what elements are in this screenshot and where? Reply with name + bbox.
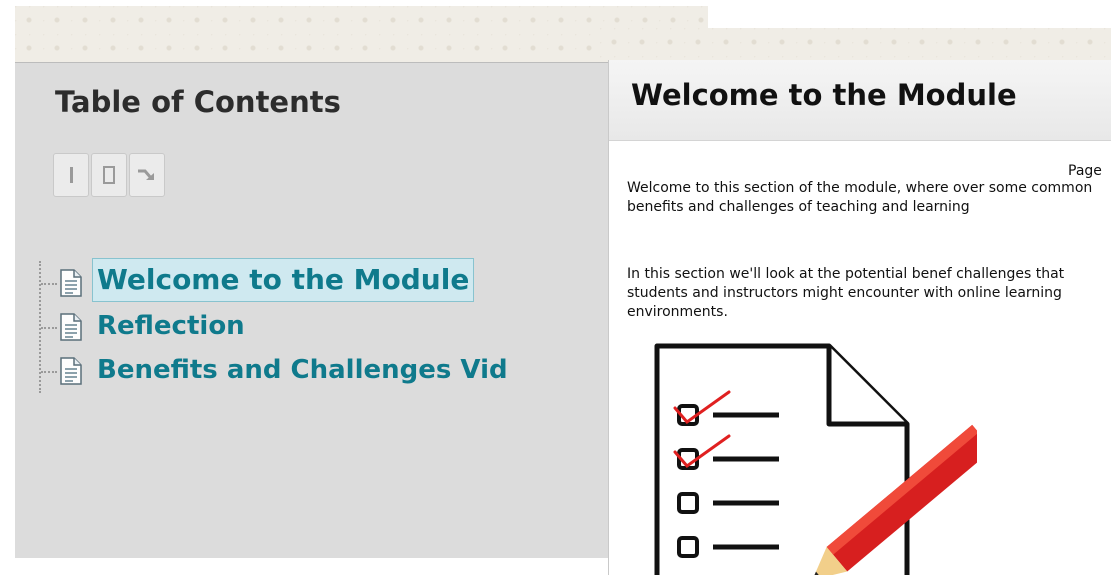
body-paragraph: Welcome to this section of the module, w…: [627, 180, 1093, 215]
toc-tree: Welcome to the Module Reflection Benefit…: [39, 258, 619, 411]
toc-item-label[interactable]: Reflection: [97, 308, 245, 344]
tree-connector-line: [41, 371, 57, 373]
toc-item-reflection[interactable]: Reflection: [39, 305, 619, 349]
content-header: Welcome to the Module: [609, 60, 1111, 141]
header-background-pattern: [600, 28, 1111, 62]
toc-title: Table of Contents: [55, 85, 341, 119]
page-icon: [59, 357, 83, 385]
toc-item-benefits-video[interactable]: Benefits and Challenges Vid: [39, 349, 619, 393]
arrow-down-right-icon: [136, 165, 158, 185]
tree-connector-line: [41, 283, 57, 285]
tree-connector-line: [41, 327, 57, 329]
page-title: Welcome to the Module: [631, 78, 1017, 112]
checklist-with-pencil-icon: [617, 340, 993, 575]
collapse-all-icon: [65, 165, 77, 185]
collapse-all-button[interactable]: [53, 153, 89, 197]
content-panel: Welcome to the Module Page Welcome to th…: [608, 60, 1111, 575]
move-down-button[interactable]: [129, 153, 165, 197]
toc-item-welcome[interactable]: Welcome to the Module: [39, 258, 619, 305]
body-paragraph: In this section we'll look at the potent…: [627, 266, 1065, 320]
page-icon: [59, 269, 83, 297]
expand-all-button[interactable]: [91, 153, 127, 197]
toc-item-label[interactable]: Welcome to the Module: [92, 258, 475, 302]
expand-all-icon: [102, 165, 116, 185]
page-icon: [59, 313, 83, 341]
toc-item-label[interactable]: Benefits and Challenges Vid: [97, 352, 508, 388]
toc-toolbar: [53, 153, 167, 203]
page-label: Page: [1068, 163, 1102, 179]
table-of-contents-panel: Table of Contents Welcome to the Module …: [15, 62, 615, 558]
